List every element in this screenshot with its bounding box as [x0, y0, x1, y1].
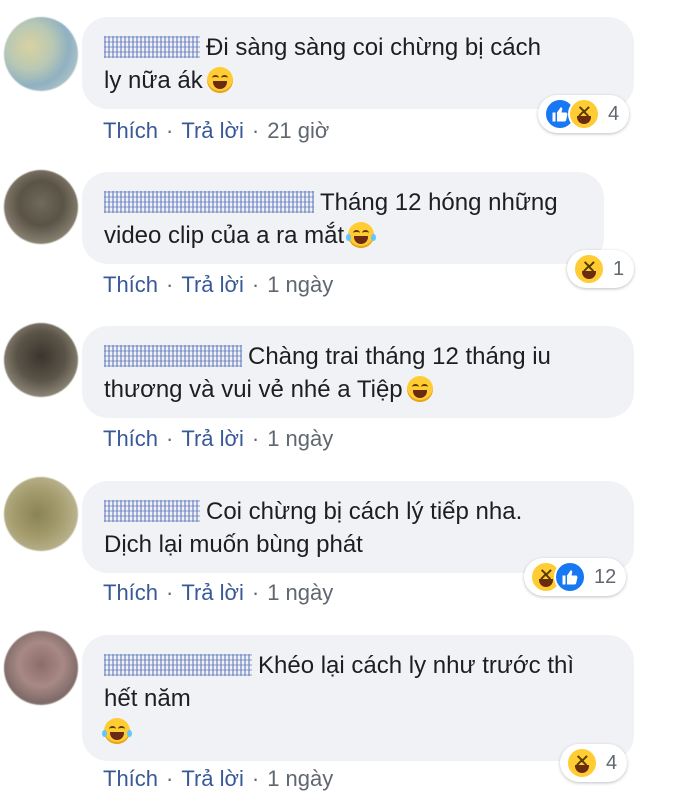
like-link[interactable]: Thích — [103, 426, 158, 451]
separator-dot: · — [251, 766, 260, 791]
separator-dot: · — [166, 426, 174, 451]
reply-link[interactable]: Trả lời — [181, 426, 244, 451]
avatar[interactable] — [4, 631, 78, 705]
author-name-redacted[interactable] — [104, 345, 242, 367]
reaction-count: 12 — [594, 565, 617, 588]
reaction-summary[interactable]: 4 — [538, 95, 630, 133]
face-with-tears-of-joy-icon — [346, 222, 377, 248]
like-link[interactable]: Thích — [103, 766, 158, 791]
like-link[interactable]: Thích — [103, 118, 158, 143]
avatar[interactable] — [4, 170, 78, 244]
comment-actions: Thích · Trả lời · 21 giờ — [103, 118, 329, 144]
comment-actions: Thích · Trả lời · 1 ngày — [103, 426, 333, 452]
reply-link[interactable]: Trả lời — [181, 766, 244, 791]
comment-text-line: Dịch lại muốn bùng phát — [104, 531, 363, 558]
comment-actions: Thích · Trả lời · 1 ngày — [103, 766, 333, 792]
comment-text-line: Chàng trai tháng 12 tháng iu — [248, 343, 551, 370]
separator-dot: · — [166, 766, 174, 791]
comment-timestamp[interactable]: 1 ngày — [267, 580, 333, 605]
separator-dot: · — [166, 118, 174, 143]
grinning-squinting-face-icon — [406, 376, 433, 402]
reply-link[interactable]: Trả lời — [181, 272, 244, 297]
reaction-count: 4 — [606, 751, 618, 774]
comment-timestamp[interactable]: 1 ngày — [267, 272, 333, 297]
like-link[interactable]: Thích — [103, 580, 158, 605]
face-with-tears-of-joy-icon — [102, 718, 132, 744]
author-name-redacted[interactable] — [104, 654, 252, 676]
comment-timestamp[interactable]: 21 giờ — [267, 118, 329, 143]
comment-actions: Thích · Trả lời · 1 ngày — [103, 580, 333, 606]
reply-link[interactable]: Trả lời — [181, 118, 244, 143]
haha-reaction-icon — [568, 98, 600, 130]
avatar[interactable] — [4, 477, 78, 551]
reaction-count: 4 — [608, 102, 620, 125]
like-reaction-icon — [554, 561, 586, 593]
author-name-redacted[interactable] — [104, 500, 200, 522]
separator-dot: · — [166, 272, 174, 297]
reaction-summary[interactable]: 1 — [567, 250, 635, 288]
separator-dot: · — [166, 580, 174, 605]
comment-bubble: Tháng 12 hóng những video clip của a ra … — [82, 172, 604, 264]
like-link[interactable]: Thích — [103, 272, 158, 297]
comment-text-line: Khéo lại cách ly như trước thì — [258, 652, 575, 679]
comment-actions: Thích · Trả lời · 1 ngày — [103, 272, 333, 298]
comment-text-line: ly nữa ák — [104, 67, 203, 94]
comment-timestamp[interactable]: 1 ngày — [267, 766, 333, 791]
comment-text-line: Coi chừng bị cách lý tiếp nha. — [206, 498, 523, 525]
author-name-redacted[interactable] — [104, 36, 200, 58]
comment-text-line: Tháng 12 hóng những — [320, 189, 558, 216]
haha-reaction-icon — [573, 253, 605, 285]
reaction-summary[interactable]: 4 — [560, 744, 628, 782]
separator-dot: · — [251, 118, 260, 143]
separator-dot: · — [251, 272, 260, 297]
separator-dot: · — [251, 580, 260, 605]
separator-dot: · — [251, 426, 260, 451]
avatar[interactable] — [4, 323, 78, 397]
comment-bubble: Khéo lại cách ly như trước thì hết năm — [82, 635, 634, 761]
comment-timestamp[interactable]: 1 ngày — [267, 426, 333, 451]
comment-text-line: Đi sàng sàng coi chừng bị cách — [206, 34, 541, 61]
reply-link[interactable]: Trả lời — [181, 580, 244, 605]
avatar[interactable] — [4, 17, 78, 91]
grinning-squinting-face-icon — [206, 67, 233, 93]
comment-text-line: thương và vui vẻ nhé a Tiệp — [104, 376, 403, 403]
haha-reaction-icon — [566, 747, 598, 779]
author-name-redacted[interactable] — [104, 191, 314, 213]
comment-text-line: hết năm — [104, 685, 191, 712]
reaction-summary[interactable]: 12 — [524, 558, 627, 596]
reaction-count: 1 — [613, 257, 625, 280]
comment-bubble: Chàng trai tháng 12 tháng iu thương và v… — [82, 326, 634, 418]
comment-text-line: video clip của a ra mắt — [104, 222, 345, 249]
